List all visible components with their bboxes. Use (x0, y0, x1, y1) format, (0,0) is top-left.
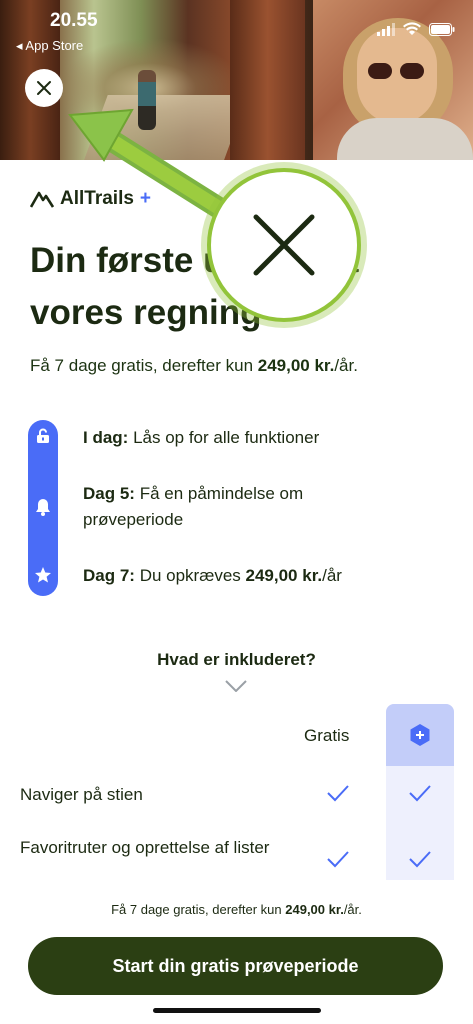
check-icon (327, 851, 349, 868)
trial-subtitle: Få 7 dage gratis, derefter kun 249,00 kr… (30, 356, 358, 375)
whats-included-heading[interactable]: Hvad er inkluderet? (0, 650, 473, 670)
trial-price: 249,00 kr. (257, 356, 335, 375)
wifi-icon (403, 22, 421, 35)
timeline-step-today: I dag: Lås op for alle funktioner (83, 428, 320, 447)
brand-plus: + (139, 188, 152, 209)
signal-icon (377, 23, 395, 36)
status-time: 20.55 (50, 10, 98, 31)
zoomed-close-callout (207, 168, 361, 322)
back-to-app-store[interactable]: ◂ App Store (16, 38, 83, 54)
start-trial-button[interactable]: Start din gratis prøveperiode (28, 937, 443, 995)
plus-column-header (386, 704, 454, 766)
footer-trial-note: Få 7 dage gratis, derefter kun 249,00 kr… (111, 902, 362, 917)
check-icon (409, 851, 431, 868)
close-icon (253, 214, 315, 276)
status-icons (377, 22, 455, 36)
sunglasses (368, 63, 426, 81)
timeline-step-day7: Dag 7: Du opkræves 249,00 kr./år (83, 566, 342, 585)
free-column-header: Gratis (304, 726, 350, 745)
battery-icon (429, 23, 455, 36)
home-indicator[interactable] (153, 1008, 321, 1013)
chevron-down-icon[interactable] (225, 680, 247, 692)
lock-open-icon (28, 428, 58, 444)
alltrails-logo: AllTrails + (30, 188, 151, 210)
star-icon (28, 566, 58, 584)
mountain-icon (30, 191, 54, 208)
close-icon (37, 81, 51, 95)
feature-row-label: Naviger på stien (20, 785, 143, 804)
brand-name: AllTrails (60, 188, 134, 209)
timeline-step-day5: Dag 5: Få en påmindelse om prøveperiode (83, 484, 304, 529)
feature-row-label: Favoritruter og oprettelse af lister (20, 838, 270, 857)
hiker-figure (138, 70, 156, 130)
close-button[interactable] (25, 69, 63, 107)
bell-icon (28, 498, 58, 516)
plus-badge-icon (410, 724, 430, 746)
check-icon (327, 785, 349, 802)
check-icon (409, 785, 431, 802)
